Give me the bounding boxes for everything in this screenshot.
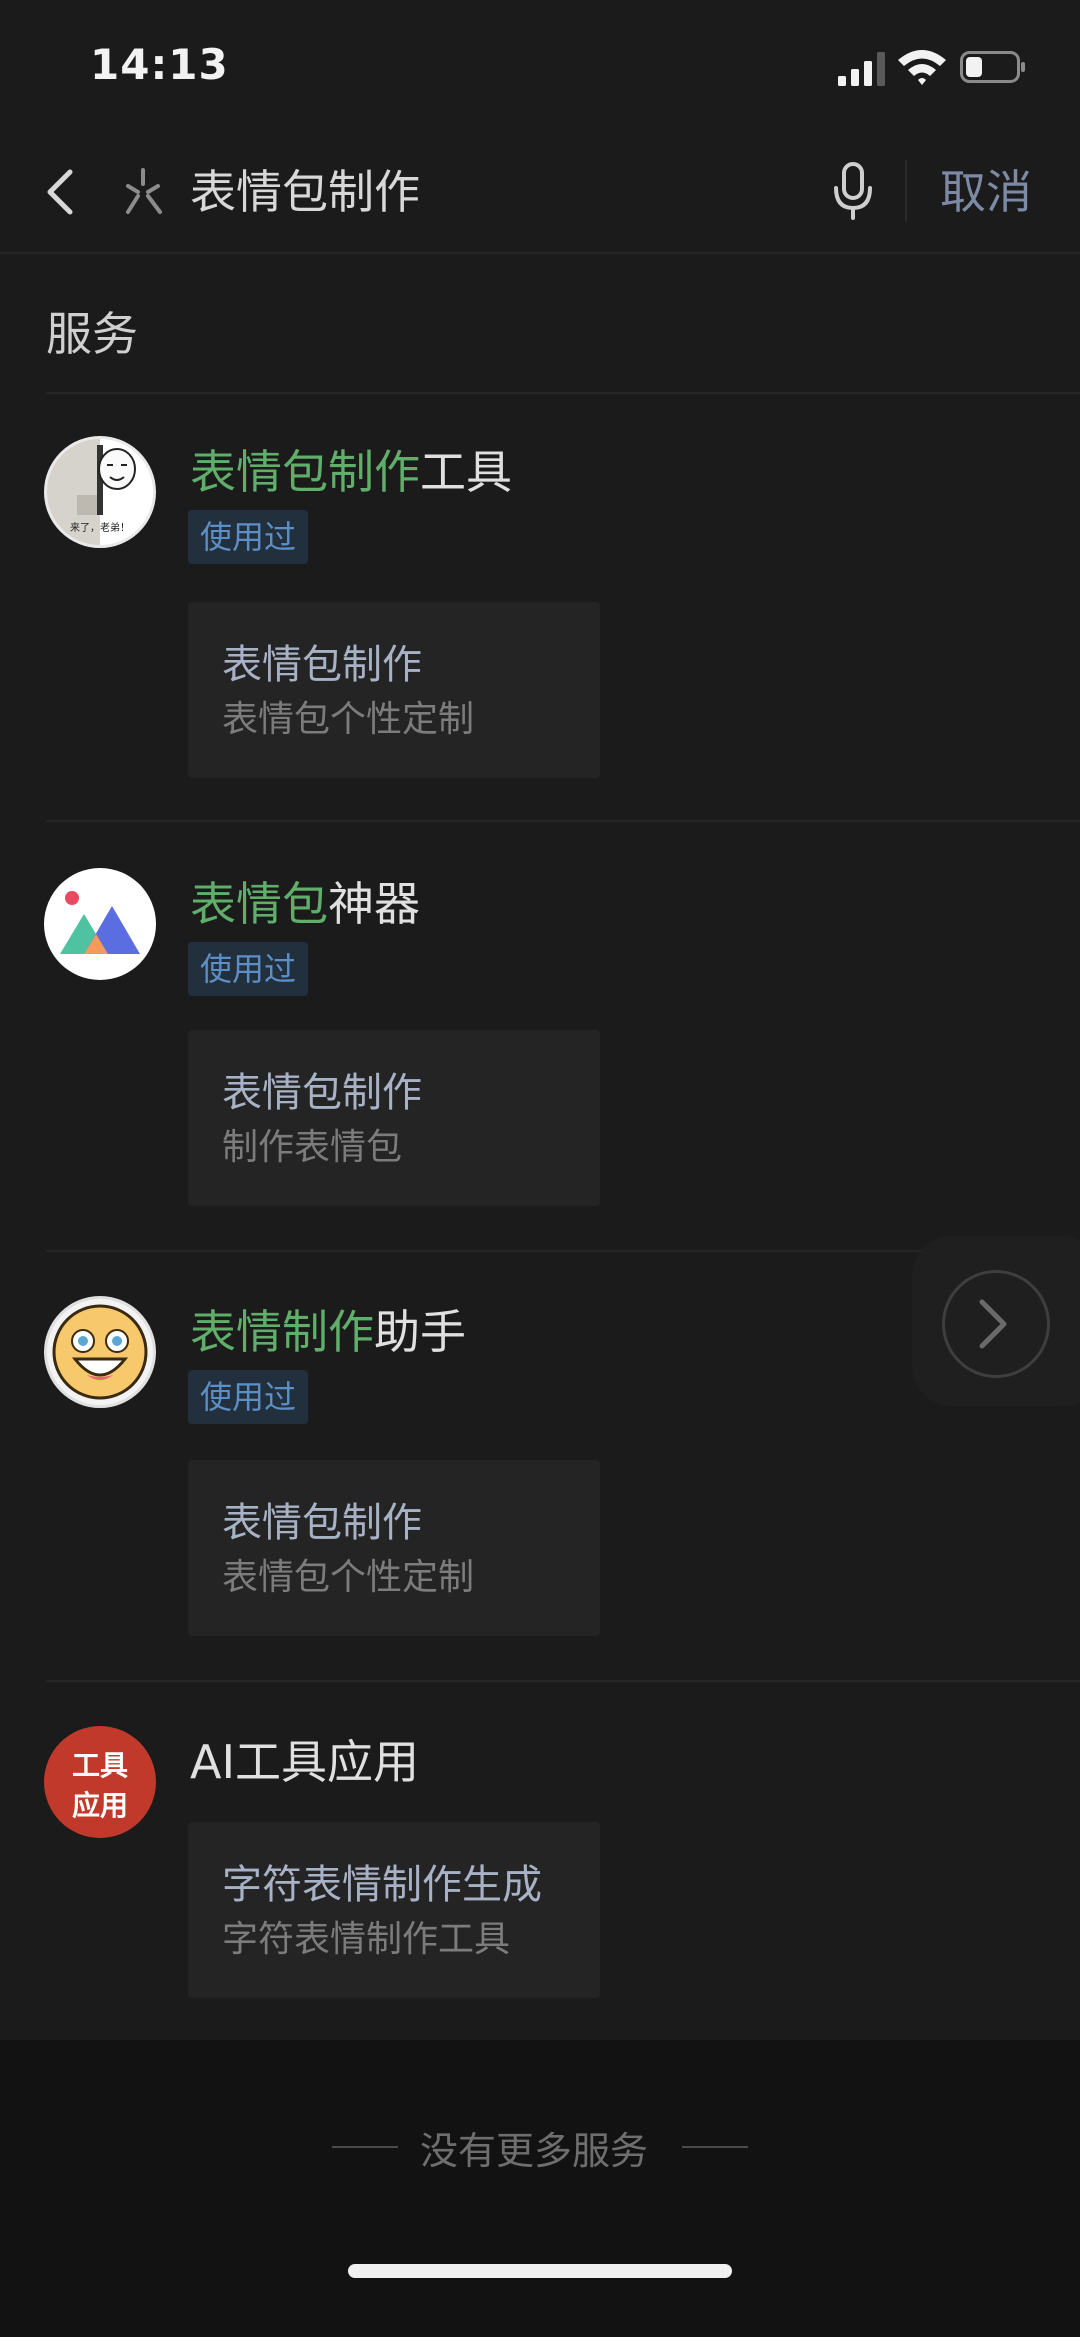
smiley-face-icon xyxy=(52,1304,148,1400)
footer: 没有更多服务 xyxy=(0,2040,1080,2337)
list-item[interactable]: 来了，老弟！ 表情包制作工具 使用过 表情包制作 表情包个性定制 xyxy=(0,400,1080,822)
chevron-right-icon xyxy=(979,1299,1007,1349)
item-divider xyxy=(46,820,1080,822)
section-title: 服务 xyxy=(46,307,138,361)
item-title[interactable]: 表情制作助手 xyxy=(190,1296,466,1362)
list-item[interactable]: 工具 应用 AI工具应用 字符表情制作生成 字符表情制作工具 xyxy=(0,1690,1080,2040)
home-indicator[interactable] xyxy=(348,2264,732,2278)
item-divider xyxy=(46,1680,1080,1682)
mountains-icon xyxy=(60,891,140,954)
card-title: 表情包制作 xyxy=(222,642,422,688)
avatar-caption: 来了，老弟！ xyxy=(70,523,130,534)
section-divider xyxy=(46,392,1080,394)
card-title: 表情包制作 xyxy=(222,1500,422,1546)
item-title[interactable]: 表情包神器 xyxy=(190,868,420,934)
card-subtitle: 表情包个性定制 xyxy=(222,1557,475,1598)
card-subtitle: 表情包个性定制 xyxy=(222,699,475,740)
list-item[interactable]: 表情包神器 使用过 表情包制作 制作表情包 xyxy=(0,830,1080,1252)
item-title[interactable]: AI工具应用 xyxy=(190,1726,419,1792)
card-subtitle: 字符表情制作工具 xyxy=(222,1919,511,1960)
cellular-signal-icon xyxy=(838,52,885,86)
search-logo-icon xyxy=(126,168,162,214)
back-arrow-icon[interactable] xyxy=(40,164,84,220)
cancel-button[interactable]: 取消 xyxy=(940,160,1032,224)
mountains-avatar xyxy=(44,868,156,980)
footer-line-left xyxy=(332,2146,398,2148)
microphone-icon[interactable] xyxy=(832,162,874,220)
search-results-screen: 14:13 表情包制作 取消 服务 来了，老弟！ 表情包制作工具 使用过 表情包… xyxy=(0,0,1080,2337)
used-badge: 使用过 xyxy=(188,942,309,996)
card-title: 表情包制作 xyxy=(222,1070,422,1116)
status-time: 14:13 xyxy=(90,40,229,89)
service-card[interactable]: 表情包制作 表情包个性定制 xyxy=(188,1460,600,1636)
meme-face-avatar: 来了，老弟！ xyxy=(44,436,156,548)
battery-icon xyxy=(960,51,1025,83)
used-badge: 使用过 xyxy=(188,1370,309,1424)
floating-next-button[interactable] xyxy=(912,1236,1080,1406)
used-badge: 使用过 xyxy=(188,510,309,564)
status-bar: 14:13 xyxy=(0,0,1080,130)
no-more-services-text: 没有更多服务 xyxy=(420,2129,649,2173)
card-title: 字符表情制作生成 xyxy=(222,1862,542,1908)
card-subtitle: 制作表情包 xyxy=(222,1127,403,1168)
wifi-icon xyxy=(898,50,946,85)
service-card[interactable]: 表情包制作 制作表情包 xyxy=(188,1030,600,1206)
avatar-text-line2: 应用 xyxy=(71,1789,128,1822)
search-divider xyxy=(905,160,907,222)
smiley-avatar xyxy=(44,1296,156,1408)
footer-line-right xyxy=(682,2146,748,2148)
avatar-text-line1: 工具 xyxy=(71,1749,128,1782)
search-input[interactable]: 表情包制作 xyxy=(190,160,420,224)
tool-app-avatar: 工具 应用 xyxy=(44,1726,156,1838)
service-card[interactable]: 字符表情制作生成 字符表情制作工具 xyxy=(188,1822,600,1998)
search-bar: 表情包制作 取消 xyxy=(0,130,1080,254)
item-title[interactable]: 表情包制作工具 xyxy=(190,436,512,502)
service-card[interactable]: 表情包制作 表情包个性定制 xyxy=(188,602,600,778)
